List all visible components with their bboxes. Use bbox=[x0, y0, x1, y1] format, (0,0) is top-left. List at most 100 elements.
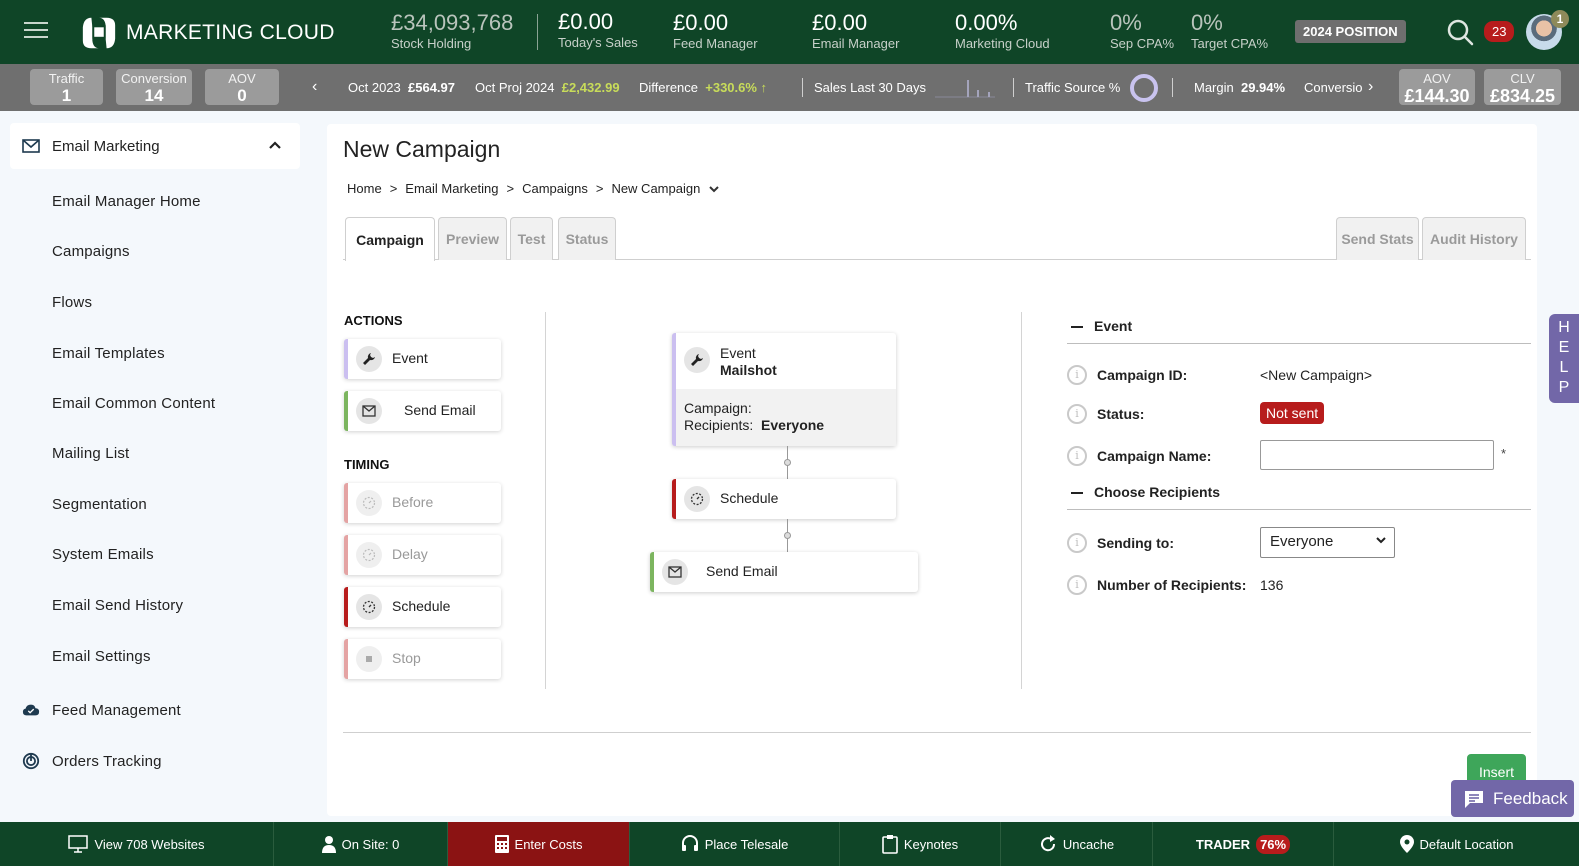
app-logo[interactable]: MARKETING CLOUD bbox=[80, 14, 335, 52]
footer-default-location[interactable]: Default Location bbox=[1334, 822, 1579, 866]
kpi-aov[interactable]: AOV 0 bbox=[205, 69, 279, 105]
timer-icon bbox=[684, 486, 710, 512]
tab-status[interactable]: Status bbox=[558, 217, 616, 260]
ticker-value: 29.94% bbox=[1240, 80, 1286, 95]
palette-stop[interactable]: Stop bbox=[344, 639, 501, 679]
kpi-conversion[interactable]: Conversion 14 bbox=[116, 69, 192, 105]
ticker-oct-proj: Oct Proj 2024 £2,432.99 bbox=[475, 80, 620, 95]
recipients-value: Everyone bbox=[761, 417, 825, 433]
breadcrumb-email-marketing[interactable]: Email Marketing bbox=[405, 181, 498, 196]
ticker-value: £564.97 bbox=[408, 80, 455, 95]
tab-test[interactable]: Test bbox=[510, 217, 553, 260]
stat-sep-cpa: 0% Sep CPA% bbox=[1110, 10, 1174, 51]
tab-send-stats[interactable]: Send Stats bbox=[1336, 217, 1419, 260]
footer-view-websites[interactable]: View 708 Websites bbox=[0, 822, 274, 866]
footer-enter-costs[interactable]: Enter Costs bbox=[448, 822, 630, 866]
flow-node-label: Send Email bbox=[706, 563, 778, 579]
sending-to-select[interactable]: Everyone bbox=[1260, 527, 1395, 558]
sidebar-item-email-settings[interactable]: Email Settings bbox=[52, 648, 151, 665]
palette-send-email[interactable]: Send Email bbox=[344, 391, 501, 431]
metrics-bar: Traffic 1 Conversion 14 AOV 0 ‹ Oct 2023… bbox=[0, 64, 1579, 111]
tab-campaign[interactable]: Campaign bbox=[345, 217, 435, 261]
breadcrumb-campaigns[interactable]: Campaigns bbox=[522, 181, 588, 196]
actions-heading: ACTIONS bbox=[344, 313, 403, 328]
info-icon[interactable]: i bbox=[1067, 575, 1087, 595]
sidebar-section-email-marketing[interactable]: Email Marketing bbox=[10, 123, 300, 169]
ticker-next-icon[interactable]: › bbox=[1368, 78, 1373, 96]
sidebar-item-email-send-history[interactable]: Email Send History bbox=[52, 597, 183, 614]
hamburger-menu-icon[interactable] bbox=[24, 22, 48, 40]
stat-email-manager: £0.00 Email Manager bbox=[812, 12, 899, 51]
sidebar-item-orders-tracking[interactable]: Orders Tracking bbox=[52, 753, 162, 770]
flow-node-schedule[interactable]: Schedule bbox=[672, 479, 896, 519]
divider bbox=[1172, 78, 1173, 97]
stat-label: Today's Sales bbox=[558, 35, 638, 50]
footer-on-site[interactable]: On Site: 0 bbox=[274, 822, 448, 866]
status-badge: Not sent bbox=[1260, 402, 1325, 424]
help-tab[interactable]: H E L P bbox=[1549, 314, 1579, 403]
footer-place-telesale[interactable]: Place Telesale bbox=[630, 822, 840, 866]
search-icon[interactable] bbox=[1446, 18, 1474, 46]
position-2024-button[interactable]: 2024 POSITION bbox=[1295, 20, 1406, 43]
sidebar-item-email-manager-home[interactable]: Email Manager Home bbox=[52, 193, 201, 210]
campaign-name-input[interactable] bbox=[1260, 440, 1494, 470]
info-icon[interactable]: i bbox=[1067, 533, 1087, 553]
field-label: Campaign Name: bbox=[1097, 448, 1212, 464]
chat-icon bbox=[1465, 790, 1483, 808]
info-icon[interactable]: i bbox=[1067, 404, 1087, 424]
timer-icon bbox=[356, 542, 382, 568]
chevron-down-icon[interactable] bbox=[708, 185, 720, 193]
recipients-label: Recipients: bbox=[684, 417, 754, 433]
palette-item-label: Delay bbox=[392, 546, 428, 562]
footer-trader[interactable]: TRADER 76% bbox=[1153, 822, 1334, 866]
flow-node-event[interactable]: Event Mailshot Campaign: Recipients: Eve… bbox=[672, 333, 896, 446]
sidebar-item-campaigns[interactable]: Campaigns bbox=[52, 243, 130, 260]
radar-icon bbox=[22, 752, 40, 770]
ticker-label: Margin bbox=[1194, 80, 1234, 95]
top-bar: MARKETING CLOUD £34,093,768 Stock Holdin… bbox=[0, 0, 1579, 64]
map-pin-icon bbox=[1399, 835, 1414, 853]
ticker-prev-icon[interactable]: ‹ bbox=[312, 78, 317, 96]
status-row: i Status: Not sent bbox=[1067, 402, 1531, 426]
tab-audit-history[interactable]: Audit History bbox=[1422, 217, 1526, 260]
collapse-icon[interactable] bbox=[1071, 326, 1083, 328]
footer-keynotes[interactable]: Keynotes bbox=[840, 822, 1001, 866]
flow-node-send-email[interactable]: Send Email bbox=[650, 552, 918, 592]
monitor-icon bbox=[68, 835, 89, 853]
breadcrumb-home[interactable]: Home bbox=[347, 181, 382, 196]
chevron-up-icon[interactable] bbox=[268, 140, 282, 150]
kpi-traffic[interactable]: Traffic 1 bbox=[30, 69, 103, 105]
notification-badge[interactable]: 23 bbox=[1484, 21, 1515, 42]
sidebar-item-segmentation[interactable]: Segmentation bbox=[52, 496, 147, 513]
sidebar-item-email-common-content[interactable]: Email Common Content bbox=[52, 395, 215, 412]
main-panel: New Campaign Home > Email Marketing > Ca… bbox=[327, 124, 1537, 816]
kpi-value: 1 bbox=[61, 86, 72, 105]
stat-value: 0% bbox=[1110, 10, 1142, 35]
event-section-header[interactable]: Event bbox=[1067, 311, 1531, 344]
sidebar-item-email-templates[interactable]: Email Templates bbox=[52, 345, 165, 362]
footer-bar: View 708 Websites On Site: 0 Enter Costs… bbox=[0, 822, 1579, 866]
recipients-section-header[interactable]: Choose Recipients bbox=[1067, 477, 1531, 510]
sidebar-item-system-emails[interactable]: System Emails bbox=[52, 546, 154, 563]
sidebar-item-mailing-list[interactable]: Mailing List bbox=[52, 445, 129, 462]
collapse-icon[interactable] bbox=[1071, 492, 1083, 494]
palette-before[interactable]: Before bbox=[344, 483, 501, 523]
kpi-value: £144.30 bbox=[1404, 86, 1470, 106]
flow-node-title: Event Mailshot bbox=[720, 345, 777, 379]
palette-delay[interactable]: Delay bbox=[344, 535, 501, 575]
feedback-button[interactable]: Feedback bbox=[1451, 780, 1574, 817]
kpi-aov-right[interactable]: AOV £144.30 bbox=[1399, 69, 1475, 105]
flow-node-label: Schedule bbox=[720, 490, 779, 506]
sending-to-row: i Sending to: Everyone bbox=[1067, 527, 1531, 558]
stat-value: £34,093,768 bbox=[391, 10, 514, 35]
info-icon[interactable]: i bbox=[1067, 446, 1087, 466]
breadcrumb-new-campaign[interactable]: New Campaign bbox=[611, 181, 700, 196]
kpi-clv[interactable]: CLV £834.25 bbox=[1484, 69, 1561, 105]
palette-event[interactable]: Event bbox=[344, 339, 501, 379]
info-icon[interactable]: i bbox=[1067, 365, 1087, 385]
sidebar-item-feed-management[interactable]: Feed Management bbox=[52, 702, 181, 719]
sidebar-item-flows[interactable]: Flows bbox=[52, 294, 92, 311]
palette-schedule[interactable]: Schedule bbox=[344, 587, 501, 627]
tab-preview[interactable]: Preview bbox=[438, 217, 507, 260]
footer-uncache[interactable]: Uncache bbox=[1001, 822, 1153, 866]
